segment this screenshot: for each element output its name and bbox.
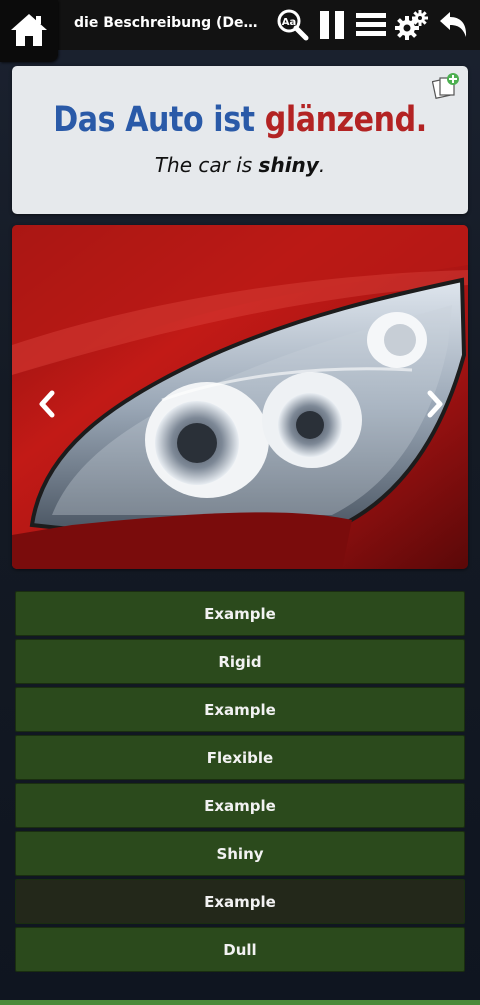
- translation-word: shiny: [258, 153, 319, 177]
- svg-text:Aa: Aa: [282, 17, 297, 28]
- back-icon: [436, 8, 470, 42]
- previous-image-button[interactable]: [36, 390, 58, 418]
- menu-icon: [354, 8, 388, 42]
- bottom-strip: [0, 1000, 480, 1005]
- pause-icon: [316, 8, 350, 42]
- english-translation: The car is shiny.: [12, 153, 468, 177]
- lesson-title: die Beschreibung (Descripti...: [74, 15, 264, 31]
- settings-button[interactable]: [395, 8, 429, 42]
- settings-icon: [395, 8, 429, 42]
- answer-options: Example Rigid Example Flexible Example S…: [15, 591, 465, 975]
- zoom-text-button[interactable]: Aa: [276, 8, 310, 42]
- german-sentence: Das Auto ist glänzend.: [44, 100, 436, 140]
- option-example-2[interactable]: Example: [15, 687, 465, 732]
- top-bar: die Beschreibung (Descripti... Aa: [0, 0, 480, 62]
- home-button[interactable]: [0, 0, 58, 62]
- translation-start: The car is: [154, 153, 259, 177]
- sentence-end: .: [415, 100, 427, 140]
- sentence-start: Das Auto ist: [53, 100, 265, 140]
- chevron-left-icon: [36, 390, 58, 422]
- option-dull[interactable]: Dull: [15, 927, 465, 972]
- option-shiny[interactable]: Shiny: [15, 831, 465, 876]
- option-example-1[interactable]: Example: [15, 591, 465, 636]
- option-example-3[interactable]: Example: [15, 783, 465, 828]
- highlight-word: glänzend: [264, 100, 417, 140]
- option-example-4[interactable]: Example: [15, 879, 465, 924]
- add-flashcard-button[interactable]: [431, 72, 460, 100]
- translation-end: .: [318, 153, 326, 177]
- add-flashcard-icon: [431, 73, 460, 104]
- chevron-right-icon: [424, 390, 446, 422]
- zoom-text-icon: Aa: [276, 8, 310, 42]
- pause-button[interactable]: [316, 8, 350, 42]
- vocab-image: [12, 225, 468, 569]
- sentence-card: Das Auto ist glänzend. The car is shiny.: [12, 66, 468, 214]
- option-flexible[interactable]: Flexible: [15, 735, 465, 780]
- next-image-button[interactable]: [424, 390, 446, 418]
- menu-button[interactable]: [354, 8, 388, 42]
- option-rigid[interactable]: Rigid: [15, 639, 465, 684]
- back-button[interactable]: [436, 8, 470, 42]
